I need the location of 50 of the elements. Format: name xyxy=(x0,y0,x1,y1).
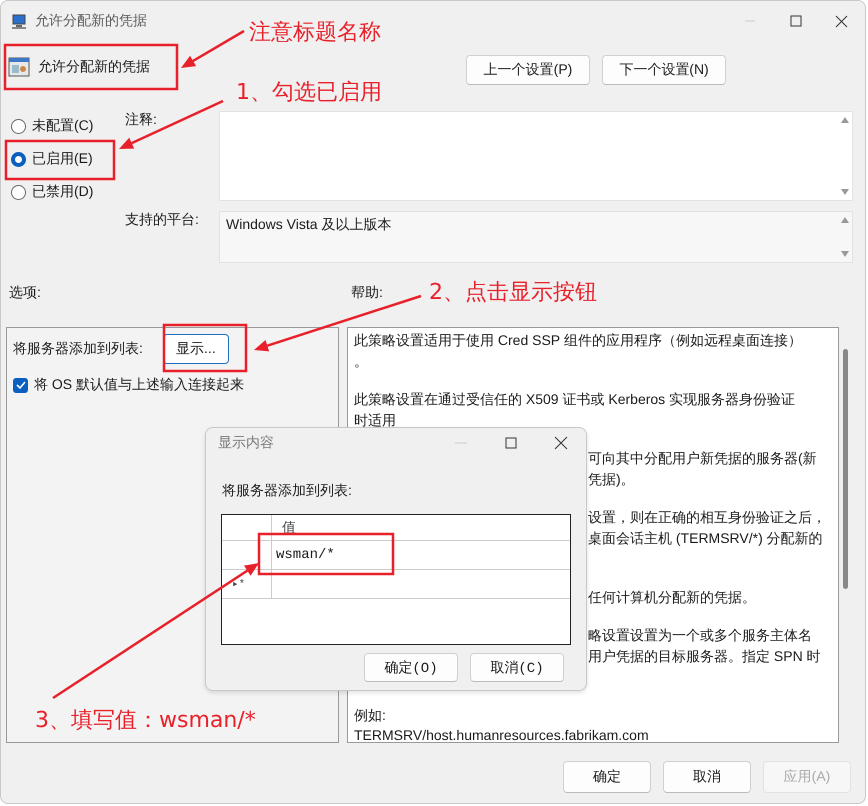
scroll-up-icon[interactable] xyxy=(840,116,850,124)
concat-checkbox[interactable] xyxy=(13,378,28,392)
help-text: 此策略设置适用于使用 Cred SSP 组件的应用程序（例如远程桌面连接） xyxy=(354,331,803,350)
platform-text: Windows Vista 及以上版本 xyxy=(226,216,392,232)
comment-field[interactable] xyxy=(219,111,853,201)
help-text: 可向其中分配用户新凭据的服务器(新 xyxy=(587,449,818,468)
annotation-text: 注意标题名称 xyxy=(249,19,381,47)
help-text: 。 xyxy=(354,352,369,370)
annotation-text: 2、点击显示按钮 xyxy=(429,279,597,307)
scroll-up-icon[interactable] xyxy=(840,216,850,224)
dialog-button[interactable]: 取消 xyxy=(663,761,751,793)
help-text: 任何计算机分配新的凭据。 xyxy=(587,588,757,606)
dialog-button[interactable]: 取消(C) xyxy=(470,653,564,682)
value-cell[interactable]: wsman/* xyxy=(272,541,570,569)
dialog-button[interactable]: 确定 xyxy=(563,761,651,793)
computer-icon xyxy=(11,13,27,29)
help-text: 时适用 xyxy=(354,410,397,430)
show-button[interactable]: 显示... xyxy=(162,334,229,364)
list-label: 将服务器添加到列表: xyxy=(13,340,143,358)
help-text: 桌面会话主机 (TERMSRV/*) 分配新的 xyxy=(587,528,824,548)
help-text: TERMSRV/host.humanresources.fabrikam.com xyxy=(354,726,650,742)
platform-label: 支持的平台: xyxy=(125,211,199,229)
policy-icon xyxy=(8,56,30,78)
help-text: 例如: xyxy=(354,706,387,724)
state-radio[interactable]: 已启用(E) xyxy=(11,149,125,169)
column-header: 值 xyxy=(281,518,297,536)
help-text: 设置，则在正确的相互身份验证之后， xyxy=(587,508,827,527)
comment-label: 注释: xyxy=(125,111,157,129)
annotation-text: 3、填写值：wsman/* xyxy=(35,707,256,735)
list-label: 将服务器添加到列表: xyxy=(222,482,352,498)
help-text: 此策略设置在通过受信任的 X509 证书或 Kerberos 实现服务器身份验证 xyxy=(354,390,796,409)
state-radio[interactable]: 已禁用(D) xyxy=(11,182,125,202)
options-label: 选项: xyxy=(9,284,42,302)
dialog-button[interactable]: 确定(O) xyxy=(364,653,458,682)
annotation-arrow xyxy=(181,30,245,68)
navigation-button[interactable]: 上一个设置(P) xyxy=(466,55,590,85)
scroll-down-icon[interactable] xyxy=(840,250,850,258)
checkbox-label: 将 OS 默认值与上述输入连接起来 xyxy=(34,376,244,394)
scroll-down-icon[interactable] xyxy=(840,188,850,196)
dialog-title: 显示内容 xyxy=(218,434,275,452)
help-text: 用户凭据的目标服务器。指定 SPN 时 xyxy=(587,646,822,666)
navigation-button[interactable]: 下一个设置(N) xyxy=(602,55,726,85)
help-text: 凭据)。 xyxy=(587,470,636,489)
state-radio[interactable]: 未配置(C) xyxy=(11,116,125,136)
help-label: 帮助: xyxy=(351,284,383,302)
window-title: 允许分配新的凭据 xyxy=(35,12,148,30)
setting-title: 允许分配新的凭据 xyxy=(38,58,151,76)
annotation-text: 1、勾选已启用 xyxy=(236,79,382,107)
help-text: 略设置设置为一个或多个服务主体名 xyxy=(587,626,813,645)
scrollbar-thumb[interactable] xyxy=(843,349,848,589)
